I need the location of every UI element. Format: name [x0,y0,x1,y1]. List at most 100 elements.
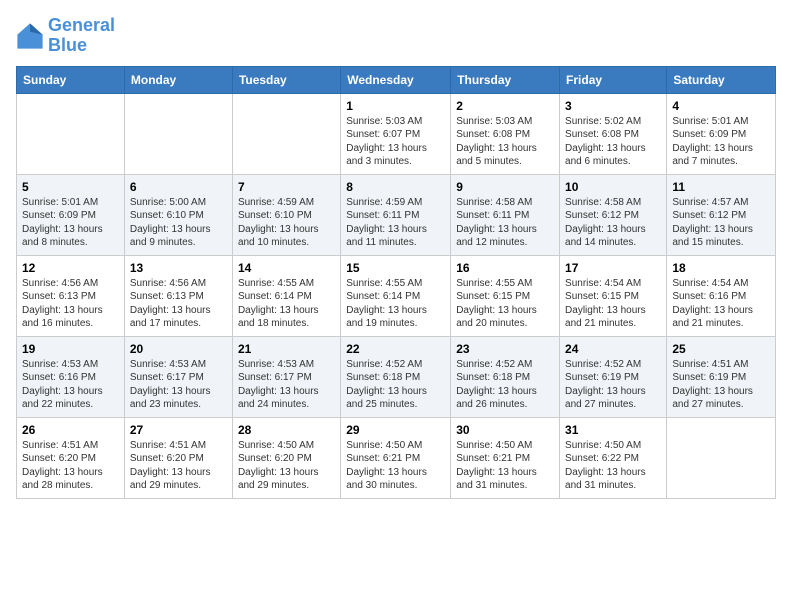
day-number: 27 [130,423,227,437]
day-header-sunday: Sunday [17,66,125,93]
calendar-cell: 5 Sunrise: 5:01 AMSunset: 6:09 PMDaylight… [17,174,125,255]
day-number: 25 [672,342,770,356]
calendar-cell [17,93,125,174]
day-number: 3 [565,99,661,113]
logo: General Blue [16,16,115,56]
day-number: 6 [130,180,227,194]
calendar-cell: 22 Sunrise: 4:52 AMSunset: 6:18 PMDayligh… [341,336,451,417]
day-info: Sunrise: 4:52 AMSunset: 6:18 PMDaylight:… [346,358,445,412]
day-info: Sunrise: 5:02 AMSunset: 6:08 PMDaylight:… [565,115,661,169]
calendar-cell: 10Sunrise: 4:58 AMSunset: 6:12 PMDayligh… [560,174,667,255]
day-number: 16 [456,261,554,275]
calendar-cell: 21 Sunrise: 4:53 AMSunset: 6:17 PMDayligh… [232,336,340,417]
calendar-cell [667,417,776,498]
logo-text: General Blue [48,16,115,56]
day-info: Sunrise: 5:01 AMSunset: 6:09 PMDaylight:… [672,115,770,169]
calendar-cell: 23 Sunrise: 4:52 AMSunset: 6:18 PMDayligh… [451,336,560,417]
day-info: Sunrise: 4:52 AMSunset: 6:18 PMDaylight:… [456,358,554,412]
day-info: Sunrise: 4:58 AMSunset: 6:11 PMDaylight:… [456,196,554,250]
calendar-table: SundayMondayTuesdayWednesdayThursdayFrid… [16,66,776,499]
calendar-cell: 15 Sunrise: 4:55 AMSunset: 6:14 PMDayligh… [341,255,451,336]
calendar-cell: 7Sunrise: 4:59 AMSunset: 6:10 PMDaylight… [232,174,340,255]
calendar-cell: 26Sunrise: 4:51 AMSunset: 6:20 PMDayligh… [17,417,125,498]
day-info: Sunrise: 4:55 AMSunset: 6:14 PMDaylight:… [238,277,335,331]
calendar-cell: 9Sunrise: 4:58 AMSunset: 6:11 PMDaylight… [451,174,560,255]
day-number: 8 [346,180,445,194]
day-info: Sunrise: 4:51 AMSunset: 6:20 PMDaylight:… [130,439,227,493]
calendar-week-row: 5 Sunrise: 5:01 AMSunset: 6:09 PMDaylight… [17,174,776,255]
day-info: Sunrise: 5:01 AMSunset: 6:09 PMDaylight:… [22,196,119,250]
day-info: Sunrise: 4:50 AMSunset: 6:21 PMDaylight:… [346,439,445,493]
day-number: 28 [238,423,335,437]
day-header-monday: Monday [124,66,232,93]
page-header: General Blue [16,16,776,56]
calendar-cell: 11 Sunrise: 4:57 AMSunset: 6:12 PMDayligh… [667,174,776,255]
calendar-cell: 8 Sunrise: 4:59 AMSunset: 6:11 PMDaylight… [341,174,451,255]
day-number: 10 [565,180,661,194]
calendar-cell: 14 Sunrise: 4:55 AMSunset: 6:14 PMDayligh… [232,255,340,336]
day-number: 13 [130,261,227,275]
calendar-week-row: 12 Sunrise: 4:56 AMSunset: 6:13 PMDayligh… [17,255,776,336]
day-info: Sunrise: 4:55 AMSunset: 6:15 PMDaylight:… [456,277,554,331]
day-info: Sunrise: 4:55 AMSunset: 6:14 PMDaylight:… [346,277,445,331]
calendar-cell: 13 Sunrise: 4:56 AMSunset: 6:13 PMDayligh… [124,255,232,336]
calendar-cell: 31 Sunrise: 4:50 AMSunset: 6:22 PMDayligh… [560,417,667,498]
calendar-cell: 3 Sunrise: 5:02 AMSunset: 6:08 PMDaylight… [560,93,667,174]
day-info: Sunrise: 4:54 AMSunset: 6:16 PMDaylight:… [672,277,770,331]
day-number: 31 [565,423,661,437]
day-number: 17 [565,261,661,275]
day-info: Sunrise: 4:53 AMSunset: 6:17 PMDaylight:… [238,358,335,412]
day-header-saturday: Saturday [667,66,776,93]
day-info: Sunrise: 5:03 AMSunset: 6:07 PMDaylight:… [346,115,445,169]
calendar-cell: 24Sunrise: 4:52 AMSunset: 6:19 PMDayligh… [560,336,667,417]
day-info: Sunrise: 4:50 AMSunset: 6:21 PMDaylight:… [456,439,554,493]
calendar-cell: 2Sunrise: 5:03 AMSunset: 6:08 PMDaylight… [451,93,560,174]
calendar-cell: 16 Sunrise: 4:55 AMSunset: 6:15 PMDayligh… [451,255,560,336]
day-info: Sunrise: 4:53 AMSunset: 6:16 PMDaylight:… [22,358,119,412]
day-info: Sunrise: 4:54 AMSunset: 6:15 PMDaylight:… [565,277,661,331]
calendar-cell: 12 Sunrise: 4:56 AMSunset: 6:13 PMDayligh… [17,255,125,336]
day-info: Sunrise: 4:59 AMSunset: 6:11 PMDaylight:… [346,196,445,250]
calendar-cell: 29 Sunrise: 4:50 AMSunset: 6:21 PMDayligh… [341,417,451,498]
day-number: 20 [130,342,227,356]
day-info: Sunrise: 4:56 AMSunset: 6:13 PMDaylight:… [22,277,119,331]
calendar-cell: 4 Sunrise: 5:01 AMSunset: 6:09 PMDaylight… [667,93,776,174]
calendar-week-row: 26 Sunrise: 4:51 AMSunset: 6:20 PMDayligh… [17,417,776,498]
day-number: 4 [672,99,770,113]
day-number: 11 [672,180,770,194]
day-number: 14 [238,261,335,275]
calendar-header-row: SundayMondayTuesdayWednesdayThursdayFrid… [17,66,776,93]
day-info: Sunrise: 4:50 AMSunset: 6:22 PMDaylight:… [565,439,661,493]
calendar-cell: 27 Sunrise: 4:51 AMSunset: 6:20 PMDayligh… [124,417,232,498]
day-number: 24 [565,342,661,356]
logo-icon [16,22,44,50]
calendar-week-row: 19Sunrise: 4:53 AMSunset: 6:16 PMDayligh… [17,336,776,417]
day-info: Sunrise: 4:56 AMSunset: 6:13 PMDaylight:… [130,277,227,331]
calendar-cell: 6 Sunrise: 5:00 AMSunset: 6:10 PMDaylight… [124,174,232,255]
day-number: 23 [456,342,554,356]
day-number: 21 [238,342,335,356]
day-header-friday: Friday [560,66,667,93]
calendar-cell: 25Sunrise: 4:51 AMSunset: 6:19 PMDayligh… [667,336,776,417]
day-info: Sunrise: 4:57 AMSunset: 6:12 PMDaylight:… [672,196,770,250]
day-number: 15 [346,261,445,275]
day-header-thursday: Thursday [451,66,560,93]
day-number: 12 [22,261,119,275]
day-number: 1 [346,99,445,113]
day-header-tuesday: Tuesday [232,66,340,93]
day-number: 7 [238,180,335,194]
calendar-cell: 18Sunrise: 4:54 AMSunset: 6:16 PMDayligh… [667,255,776,336]
calendar-cell [232,93,340,174]
day-info: Sunrise: 4:53 AMSunset: 6:17 PMDaylight:… [130,358,227,412]
calendar-cell [124,93,232,174]
day-header-wednesday: Wednesday [341,66,451,93]
calendar-cell: 19Sunrise: 4:53 AMSunset: 6:16 PMDayligh… [17,336,125,417]
day-number: 29 [346,423,445,437]
calendar-cell: 28Sunrise: 4:50 AMSunset: 6:20 PMDayligh… [232,417,340,498]
day-number: 5 [22,180,119,194]
day-info: Sunrise: 5:00 AMSunset: 6:10 PMDaylight:… [130,196,227,250]
day-number: 26 [22,423,119,437]
calendar-cell: 17 Sunrise: 4:54 AMSunset: 6:15 PMDayligh… [560,255,667,336]
day-number: 22 [346,342,445,356]
day-number: 2 [456,99,554,113]
